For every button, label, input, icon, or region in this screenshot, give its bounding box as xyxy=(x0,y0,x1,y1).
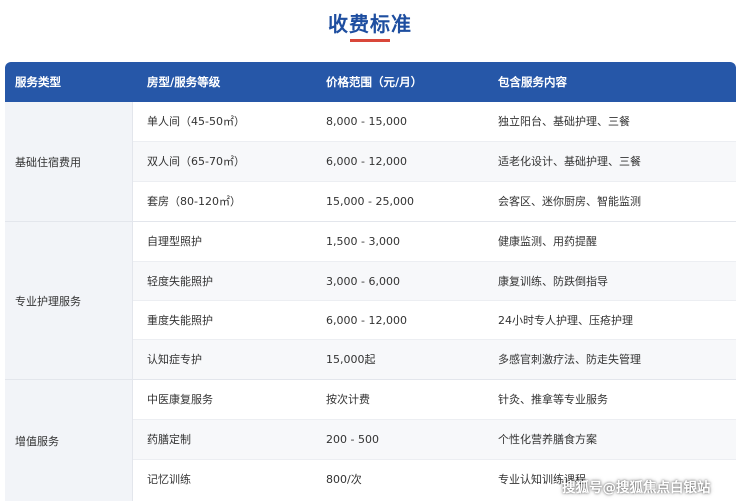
group-label: 基础住宿费用 xyxy=(15,156,81,169)
cell-level: 轻度失能照护 xyxy=(147,275,213,288)
title-underline xyxy=(350,39,390,42)
cell-price: 8,000 - 15,000 xyxy=(326,115,407,128)
fee-table: 服务类型 房型/服务等级 价格范围（元/月） 包含服务内容 基础住宿费用 单人间… xyxy=(5,62,736,501)
group-basic-lodging: 基础住宿费用 单人间（45-50㎡） 8,000 - 15,000 独立阳台、基… xyxy=(5,102,736,222)
table-row: 认知症专护 15,000起 多感官刺激疗法、防走失管理 xyxy=(133,340,736,380)
cell-level: 中医康复服务 xyxy=(147,393,213,406)
group-cell: 专业护理服务 xyxy=(5,222,133,380)
group-label: 增值服务 xyxy=(15,434,59,448)
cell-content: 康复训练、防跌倒指导 xyxy=(498,275,608,288)
table-row: 单人间（45-50㎡） 8,000 - 15,000 独立阳台、基础护理、三餐 xyxy=(133,102,736,142)
table-row: 套房（80-120㎡） 15,000 - 25,000 会客区、迷你厨房、智能监… xyxy=(133,182,736,222)
cell-level: 双人间（65-70㎡） xyxy=(147,155,245,168)
watermark-text: 搜狐号@搜狐焦点白银站 xyxy=(562,480,711,496)
table-row: 重度失能照护 6,000 - 12,000 24小时专人护理、压疮护理 xyxy=(133,301,736,340)
table-row: 轻度失能照护 3,000 - 6,000 康复训练、防跌倒指导 xyxy=(133,262,736,301)
table-row: 双人间（65-70㎡） 6,000 - 12,000 适老化设计、基础护理、三餐 xyxy=(133,142,736,182)
group-label: 专业护理服务 xyxy=(15,295,81,308)
cell-price: 15,000起 xyxy=(326,353,376,366)
group-cell: 基础住宿费用 xyxy=(5,102,133,222)
header-room-level: 房型/服务等级 xyxy=(147,75,221,89)
cell-price: 800/次 xyxy=(326,473,362,486)
cell-price: 按次计费 xyxy=(326,393,370,406)
cell-level: 套房（80-120㎡） xyxy=(147,195,241,208)
cell-level: 记忆训练 xyxy=(147,473,191,486)
table-row: 中医康复服务 按次计费 针灸、推拿等专业服务 xyxy=(133,380,736,420)
group-cell: 增值服务 xyxy=(5,380,133,501)
header-service-content: 包含服务内容 xyxy=(498,75,567,89)
header-service-type: 服务类型 xyxy=(15,75,61,89)
cell-content: 健康监测、用药提醒 xyxy=(498,235,597,248)
cell-content: 适老化设计、基础护理、三餐 xyxy=(498,155,641,168)
cell-content: 针灸、推拿等专业服务 xyxy=(498,393,608,406)
cell-price: 15,000 - 25,000 xyxy=(326,195,414,208)
page-title: 收费标准 xyxy=(328,12,412,36)
cell-level: 自理型照护 xyxy=(147,235,202,248)
cell-content: 24小时专人护理、压疮护理 xyxy=(498,314,633,327)
cell-content: 会客区、迷你厨房、智能监测 xyxy=(498,195,641,208)
cell-content: 独立阳台、基础护理、三餐 xyxy=(498,115,630,128)
cell-price: 6,000 - 12,000 xyxy=(326,314,407,327)
cell-content: 多感官刺激疗法、防走失管理 xyxy=(498,353,641,366)
table-row: 药膳定制 200 - 500 个性化营养膳食方案 xyxy=(133,420,736,460)
group-professional-care: 专业护理服务 自理型照护 1,500 - 3,000 健康监测、用药提醒 轻度失… xyxy=(5,222,736,380)
cell-level: 单人间（45-50㎡） xyxy=(147,115,245,128)
table-header: 服务类型 房型/服务等级 价格范围（元/月） 包含服务内容 xyxy=(5,62,736,102)
cell-price: 1,500 - 3,000 xyxy=(326,235,400,248)
cell-level: 重度失能照护 xyxy=(147,314,213,327)
cell-level: 认知症专护 xyxy=(147,353,202,366)
cell-content: 个性化营养膳食方案 xyxy=(498,433,597,446)
table-row: 自理型照护 1,500 - 3,000 健康监测、用药提醒 xyxy=(133,222,736,262)
cell-price: 3,000 - 6,000 xyxy=(326,275,400,288)
cell-price: 200 - 500 xyxy=(326,433,379,446)
cell-level: 药膳定制 xyxy=(147,433,191,446)
header-price-range: 价格范围（元/月） xyxy=(326,75,423,89)
cell-price: 6,000 - 12,000 xyxy=(326,155,407,168)
section-header: 收费标准 xyxy=(0,0,740,62)
